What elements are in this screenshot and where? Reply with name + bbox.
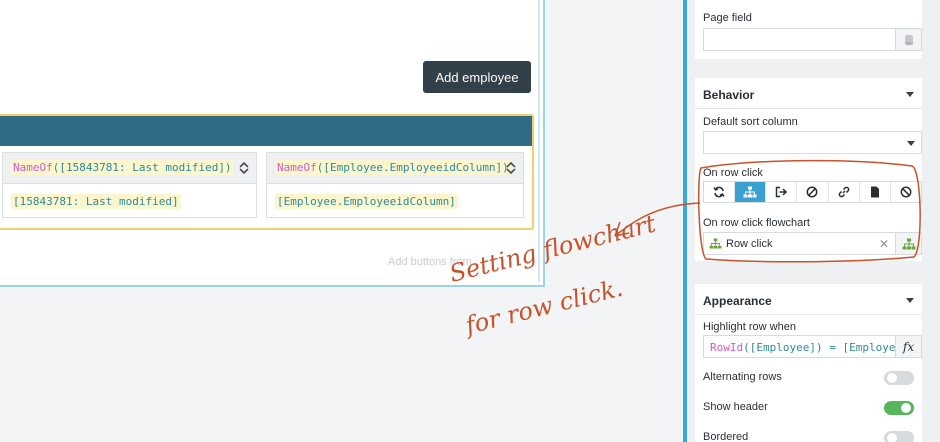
chevron-down-icon (907, 141, 915, 146)
show-header-label: Show header (703, 401, 768, 413)
on-row-click-label: On row click (703, 167, 763, 179)
column-header[interactable]: NameOf([15843781: Last modified]) (3, 153, 256, 184)
toggle-knob (901, 403, 911, 413)
page-field-picker-button[interactable] (895, 29, 921, 50)
table-widget[interactable]: NameOf([15843781: Last modified]) [15843… (0, 114, 534, 230)
link-icon[interactable] (829, 182, 860, 202)
on-row-click-options (703, 181, 922, 203)
fx-icon: fx (902, 339, 915, 354)
default-sort-label: Default sort column (703, 116, 798, 128)
flowchart-label: On row click flowchart (703, 217, 810, 229)
design-canvas: Add employee Add buttons from NameOf([15… (0, 0, 686, 442)
page-field-label: Page field (703, 12, 752, 24)
behavior-section: Behavior Default sort column On row clic… (695, 78, 922, 261)
page-field-section: Page field (695, 0, 922, 59)
cancel-icon[interactable] (797, 182, 829, 202)
highlight-expression: RowId([Employee]) = [Employe… (710, 341, 903, 354)
flowchart-small-icon (709, 238, 722, 249)
section-divider (695, 314, 922, 315)
column-cell-expression: [15843781: Last modified] (11, 194, 181, 209)
column-cell-expression: [Employee.EmployeeidColumn] (275, 194, 458, 209)
refresh-icon[interactable] (704, 182, 736, 202)
show-header-toggle[interactable] (884, 401, 914, 415)
table-column[interactable]: NameOf([15843781: Last modified]) [15843… (2, 152, 257, 218)
column-header-expression: NameOf([15843781: Last modified]) (11, 160, 234, 175)
table-titlebar (0, 116, 532, 146)
flowchart-editor-button[interactable] (895, 233, 921, 254)
sort-icon[interactable] (238, 161, 250, 175)
database-icon (904, 34, 913, 45)
navigate-icon[interactable] (766, 182, 798, 202)
disable-icon[interactable] (891, 182, 921, 202)
clear-icon[interactable]: ✕ (879, 237, 889, 251)
column-header-expression: NameOf([Employee.EmployeeidColumn]) (275, 160, 511, 175)
toggle-knob (887, 373, 897, 383)
section-divider (695, 108, 922, 109)
add-buttons-hint: Add buttons from (388, 256, 472, 268)
add-employee-button[interactable]: Add employee (423, 61, 531, 93)
alternating-rows-label: Alternating rows (703, 371, 782, 383)
highlight-row-expression-input[interactable]: RowId([Employee]) = [Employe… fx (703, 335, 922, 358)
default-sort-select[interactable] (703, 131, 922, 154)
collapse-caret-icon[interactable] (906, 92, 914, 97)
column-header[interactable]: NameOf([Employee.EmployeeidColumn]) (267, 153, 523, 184)
flowchart-edit-icon (902, 238, 915, 249)
behavior-title[interactable]: Behavior (703, 88, 754, 102)
table-column[interactable]: NameOf([Employee.EmployeeidColumn]) [Emp… (266, 152, 524, 218)
document-icon[interactable] (860, 182, 891, 202)
expression-editor-button[interactable]: fx (895, 336, 921, 357)
sort-icon[interactable] (505, 161, 517, 175)
page-field-input[interactable] (703, 28, 922, 51)
flowchart-icon[interactable] (735, 182, 767, 202)
bordered-toggle[interactable] (884, 431, 914, 442)
highlight-row-label: Highlight row when (703, 321, 796, 333)
appearance-section: Appearance Highlight row when RowId([Emp… (695, 284, 922, 442)
properties-panel: Page field Behavior Default sort column … (687, 0, 940, 442)
collapse-caret-icon[interactable] (906, 298, 914, 303)
flowchart-value: Row click (726, 238, 773, 250)
appearance-title[interactable]: Appearance (703, 294, 772, 308)
flowchart-select[interactable]: Row click ✕ (703, 232, 922, 255)
bordered-label: Bordered (703, 431, 749, 442)
toggle-knob (887, 433, 897, 442)
alternating-rows-toggle[interactable] (884, 371, 914, 385)
